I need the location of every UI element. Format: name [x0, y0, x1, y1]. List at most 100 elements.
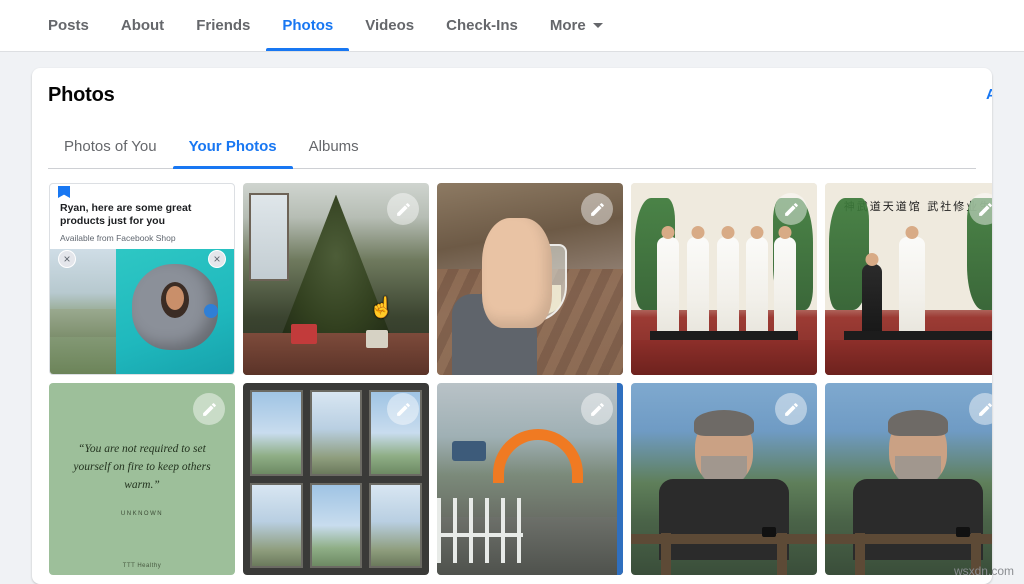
- edit-photo-button[interactable]: [775, 393, 807, 425]
- edge-strip-region: [617, 383, 623, 575]
- rail-region: [437, 532, 523, 537]
- add-photos-button[interactable]: Ad: [986, 86, 992, 103]
- railing-region: [631, 534, 817, 545]
- page-content: Photos Ad Photos of You Your Photos Albu…: [0, 52, 1024, 584]
- pencil-icon: [978, 202, 992, 216]
- window-pane: [250, 390, 303, 476]
- edit-photo-button[interactable]: [192, 194, 224, 226]
- floor-region: [243, 332, 429, 375]
- edit-photo-button[interactable]: [581, 193, 613, 225]
- tab-your-photos[interactable]: Your Photos: [172, 125, 293, 169]
- pencil-icon: [201, 203, 215, 217]
- gift-region-2: [366, 330, 389, 349]
- tab-photos-of-you[interactable]: Photos of You: [48, 125, 173, 168]
- nav-item-label: Videos: [365, 17, 415, 34]
- edit-photo-button[interactable]: [581, 393, 613, 425]
- window-pane: [309, 390, 363, 476]
- edit-photo-button[interactable]: [775, 193, 807, 225]
- nav-item-friends[interactable]: Friends: [180, 0, 266, 51]
- tab-label: Your Photos: [188, 138, 277, 155]
- nav-item-photos[interactable]: Photos: [266, 0, 350, 51]
- window-pane: [309, 482, 363, 568]
- grid-item-photo-portrait-1[interactable]: [631, 383, 817, 575]
- page-title: Photos: [48, 84, 115, 106]
- edit-photo-button[interactable]: [193, 393, 225, 425]
- window-pane: [369, 482, 422, 568]
- pencil-icon: [590, 202, 604, 216]
- stage-region: [825, 340, 992, 375]
- window-region: [248, 192, 290, 281]
- nav-item-more[interactable]: More: [534, 0, 619, 51]
- photos-card: Photos Ad Photos of You Your Photos Albu…: [32, 68, 992, 584]
- photos-card-header: Photos Ad: [48, 84, 992, 111]
- person-figure: [716, 236, 739, 341]
- quote-text: “You are not required to set yourself on…: [73, 443, 211, 491]
- quote-brand: TTT Healthy: [122, 563, 162, 569]
- ad-image-landscape: [50, 249, 117, 374]
- nav-item-videos[interactable]: Videos: [349, 0, 430, 51]
- pencil-icon: [978, 402, 992, 416]
- hair-region: [888, 409, 948, 436]
- quote-attribution: UNKNOWN: [120, 510, 164, 517]
- ad-close-right-icon[interactable]: ×: [208, 250, 226, 268]
- post-region: [854, 532, 865, 575]
- edit-photo-button[interactable]: [969, 393, 992, 425]
- profile-nav-bar: Posts About Friends Photos Videos Check-…: [0, 0, 1024, 52]
- tent-region: [451, 440, 486, 461]
- torso-region: [659, 479, 789, 560]
- window-pane: [250, 482, 303, 568]
- nav-item-about[interactable]: About: [105, 0, 180, 51]
- tab-label: Photos of You: [64, 138, 157, 155]
- person-figure: [899, 236, 926, 341]
- tab-label: Albums: [308, 138, 359, 155]
- watch-region: [762, 526, 777, 537]
- pencil-icon: [784, 202, 798, 216]
- pencil-icon: [784, 402, 798, 416]
- pillow-opening: [161, 281, 190, 318]
- nav-item-label: More: [549, 17, 586, 34]
- nav-item-label: About: [120, 17, 165, 34]
- pillow-face: [166, 285, 185, 310]
- gift-region: [291, 324, 318, 345]
- person-figure: [686, 236, 709, 341]
- nav-item-posts[interactable]: Posts: [32, 0, 105, 51]
- ad-images: [50, 249, 234, 374]
- grid-item-photo-portrait-2[interactable]: [825, 383, 992, 575]
- person-figure: [746, 236, 769, 341]
- pencil-icon: [202, 402, 216, 416]
- watch-region: [956, 526, 971, 537]
- pencil-icon: [396, 402, 410, 416]
- person-figure: [774, 236, 797, 341]
- stage-region: [631, 340, 817, 375]
- nav-item-label: Check-Ins: [446, 17, 518, 34]
- finish-arch-region: [492, 429, 583, 484]
- post-region: [660, 532, 671, 575]
- watermark: wsxdn.com: [953, 564, 1014, 578]
- grid-item-photo-quote[interactable]: “You are not required to set yourself on…: [49, 383, 235, 575]
- pencil-icon: [590, 402, 604, 416]
- hand-region: [481, 217, 552, 328]
- nav-item-label: Photos: [282, 17, 334, 34]
- nav-item-check-ins[interactable]: Check-Ins: [430, 0, 534, 51]
- edit-photo-button[interactable]: [387, 393, 419, 425]
- bookmark-icon: [58, 186, 70, 198]
- ad-close-left-icon[interactable]: ×: [58, 250, 76, 268]
- nav-item-label: Posts: [48, 17, 89, 34]
- grid-item-photo-banner[interactable]: 神武道天道馆 武社修业生: [825, 183, 992, 375]
- photos-tabs: Photos of You Your Photos Albums: [48, 125, 976, 169]
- nav-item-label: Friends: [196, 17, 251, 34]
- tab-albums[interactable]: Albums: [293, 125, 375, 168]
- grid-item-photo-race[interactable]: [437, 383, 623, 575]
- grid-item-photo-tree[interactable]: ☝: [243, 183, 429, 375]
- torso-region: [853, 479, 983, 560]
- grid-item-photo-group[interactable]: [631, 183, 817, 375]
- edit-photo-button[interactable]: [387, 193, 419, 225]
- post-region: [777, 532, 788, 575]
- grid-item-photo-windows[interactable]: [243, 383, 429, 575]
- fence-region: [437, 498, 523, 564]
- hair-region: [694, 409, 754, 436]
- grid-item-ad[interactable]: × × Ryan, here are some great products j…: [49, 183, 235, 375]
- pencil-icon: [396, 202, 410, 216]
- hand-pointer-cursor: ☝: [369, 297, 394, 319]
- grid-item-photo-glass[interactable]: [437, 183, 623, 375]
